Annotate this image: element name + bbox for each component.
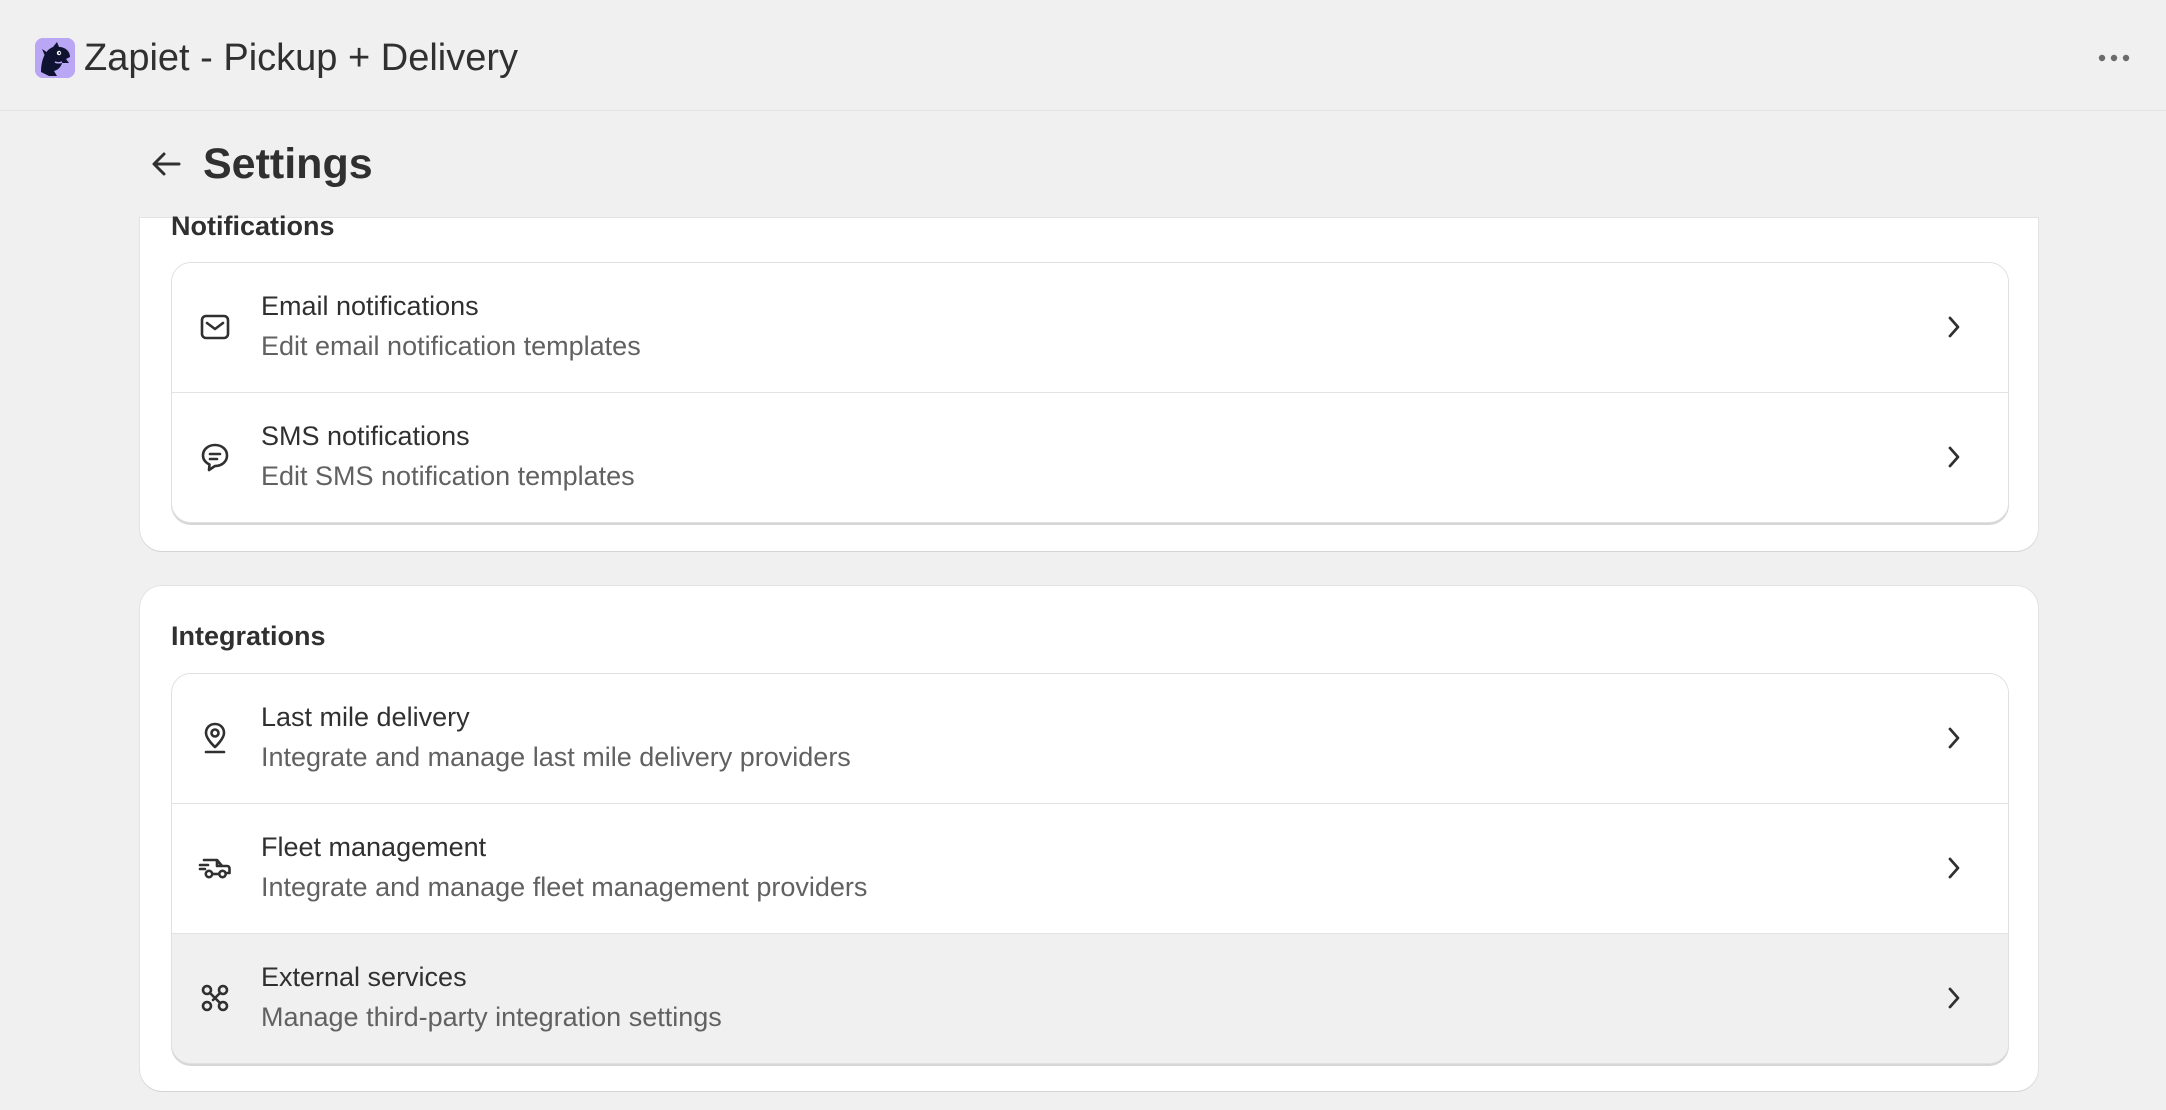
app-header-bar: Zapiet - Pickup + Delivery (0, 0, 2166, 111)
chat-bubble-icon (197, 439, 233, 475)
page-title: Settings (203, 140, 373, 188)
list-item-title: Last mile delivery (261, 702, 470, 732)
back-button[interactable] (146, 144, 186, 184)
more-actions-button[interactable] (2092, 42, 2136, 74)
app-title: Zapiet - Pickup + Delivery (84, 37, 518, 79)
list-item-description: Integrate and manage last mile delivery … (261, 742, 851, 772)
section-heading-integrations: Integrations (171, 621, 326, 651)
list-item-title: External services (261, 962, 467, 992)
notifications-list: Email notifications Edit email notificat… (171, 262, 2009, 523)
list-item-sms-notifications[interactable]: SMS notifications Edit SMS notification … (172, 392, 2008, 522)
integrations-card: Integrations Last mile delivery Integrat… (140, 586, 2038, 1091)
integrations-list: Last mile delivery Integrate and manage … (171, 673, 2009, 1064)
list-item-external-services[interactable]: External services Manage third-party int… (172, 933, 2008, 1063)
chevron-right-icon (1936, 309, 1972, 345)
list-item-description: Manage third-party integration settings (261, 1002, 722, 1032)
list-item-description: Edit SMS notification templates (261, 461, 635, 491)
section-heading-notifications: Notifications (171, 211, 335, 241)
list-item-title: SMS notifications (261, 421, 470, 451)
list-item-email-notifications[interactable]: Email notifications Edit email notificat… (172, 263, 2008, 392)
email-icon (197, 309, 233, 345)
ellipsis-horizontal-icon (2098, 54, 2130, 62)
list-item-description: Edit email notification templates (261, 331, 641, 361)
list-item-title: Fleet management (261, 832, 487, 862)
delivery-truck-icon (197, 850, 233, 886)
chevron-right-icon (1936, 439, 1972, 475)
integration-nodes-icon (197, 980, 233, 1016)
list-item-description: Integrate and manage fleet management pr… (261, 872, 868, 902)
location-pin-icon (197, 720, 233, 756)
chevron-right-icon (1936, 980, 1972, 1016)
arrow-left-icon (152, 152, 181, 176)
list-item-title: Email notifications (261, 291, 479, 321)
notifications-card: Notifications Email notifications Edit e… (140, 211, 2038, 551)
list-item-fleet-management[interactable]: Fleet management Integrate and manage fl… (172, 803, 2008, 933)
chevron-right-icon (1936, 850, 1972, 886)
dragon-logo-icon (35, 38, 75, 78)
list-item-last-mile-delivery[interactable]: Last mile delivery Integrate and manage … (172, 674, 2008, 803)
chevron-right-icon (1936, 720, 1972, 756)
